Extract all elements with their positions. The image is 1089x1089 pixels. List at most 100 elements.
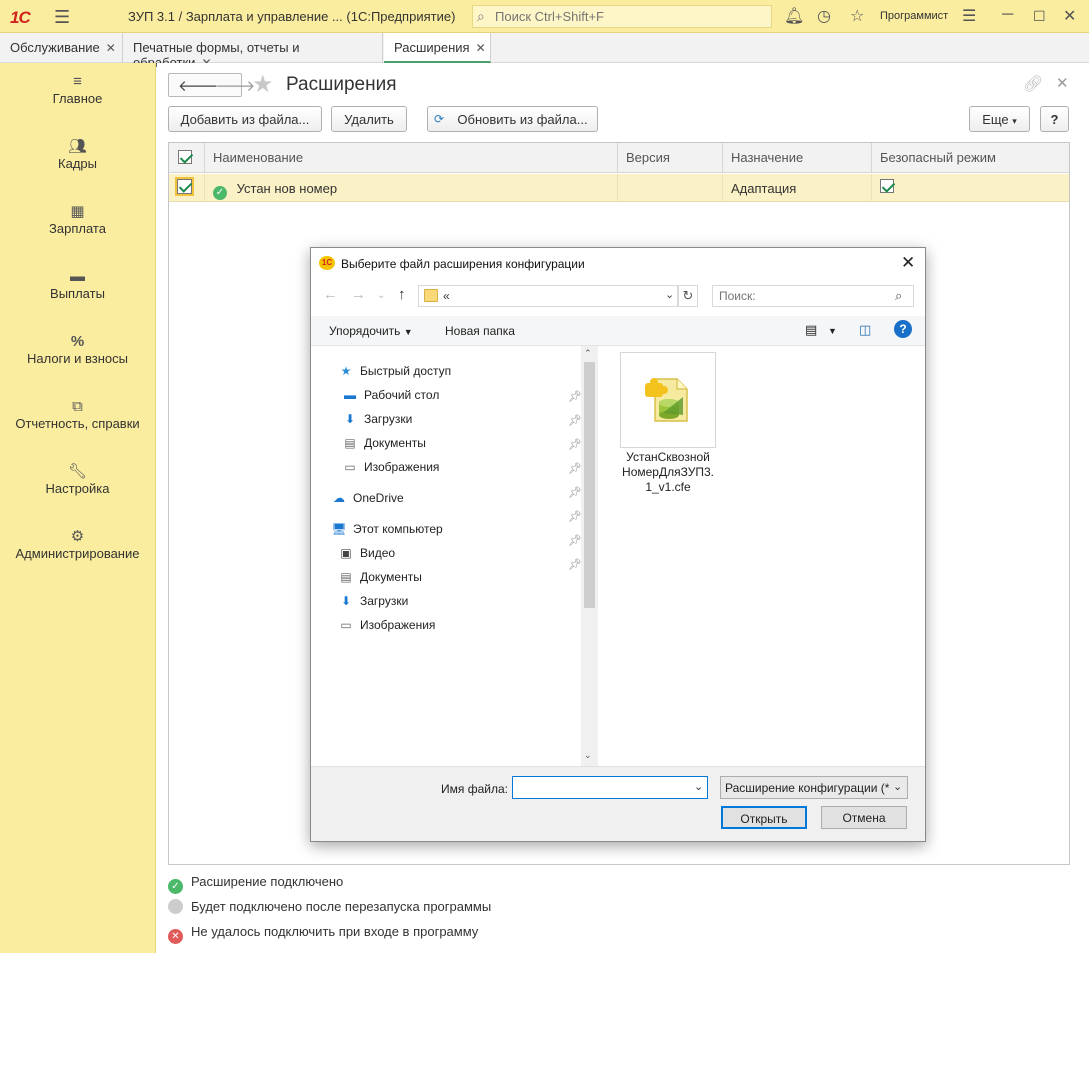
nav-desktop[interactable]: ▬ Рабочий стол: [342, 388, 439, 402]
recent-chevron-icon[interactable]: ⌄: [377, 290, 385, 301]
legend-pending: Будет подключено после перезапуска прогр…: [168, 899, 491, 914]
add-from-file-button[interactable]: Добавить из файла...: [168, 106, 322, 132]
help-icon[interactable]: ?: [894, 320, 912, 338]
dialog-close-icon[interactable]: ✕: [901, 253, 915, 273]
scroll-up-icon[interactable]: ⌃: [584, 348, 592, 359]
filename-input[interactable]: [517, 780, 687, 794]
forward-arrow-icon[interactable]: →: [351, 286, 366, 303]
address-bar[interactable]: « ⌄: [418, 285, 678, 307]
preview-pane-icon[interactable]: ◫: [859, 322, 871, 338]
address-path: «: [443, 289, 450, 303]
close-icon[interactable]: ✕: [106, 41, 116, 55]
sidebar-item-main[interactable]: ≡ Главное: [0, 73, 155, 106]
video-icon: ▣: [340, 546, 352, 560]
sidebar-item-taxes[interactable]: % Налоги и взносы: [0, 333, 155, 366]
close-icon[interactable]: ✕: [476, 41, 486, 55]
history-icon[interactable]: ◷: [817, 6, 831, 26]
update-from-file-button[interactable]: ⟳ Обновить из файла...: [427, 106, 598, 132]
file-type-select[interactable]: Расширение конфигурации (* ⌄: [720, 776, 908, 799]
back-arrow-icon[interactable]: 🡐: [178, 76, 218, 95]
error-circle-icon: ✕: [168, 929, 183, 944]
column-version[interactable]: Версия: [617, 143, 722, 173]
nav-onedrive[interactable]: ☁ OneDrive: [331, 491, 404, 505]
nav-downloads[interactable]: ⬇ Загрузки: [342, 412, 412, 426]
link-icon[interactable]: 🔗︎: [1023, 74, 1043, 94]
user-name[interactable]: Программист: [880, 10, 948, 22]
dialog-search-input[interactable]: [719, 289, 889, 303]
chevron-down-icon[interactable]: ▼: [828, 326, 837, 336]
more-button[interactable]: Еще ▾: [969, 106, 1030, 132]
app-logo[interactable]: 1С: [10, 8, 31, 28]
pin-icon[interactable]: 📌︎: [568, 534, 582, 547]
sidebar-item-hr[interactable]: 👥︎ Кадры: [0, 138, 155, 171]
sidebar-item-salary[interactable]: ▦ Зарплата: [0, 203, 155, 236]
open-button[interactable]: Открыть: [721, 806, 807, 829]
select-all-column[interactable]: [169, 143, 204, 173]
column-name[interactable]: Наименование: [204, 143, 617, 173]
chevron-down-icon[interactable]: ⌄: [665, 288, 674, 301]
global-search-input[interactable]: [495, 9, 765, 24]
file-item[interactable]: [620, 352, 716, 448]
pin-icon[interactable]: 📌︎: [568, 558, 582, 571]
nav-videos[interactable]: ▣ Видео: [338, 546, 395, 560]
tab-extensions[interactable]: Расширения ✕: [384, 33, 491, 63]
pin-icon[interactable]: 📌︎: [568, 462, 582, 475]
cancel-button[interactable]: Отмена: [821, 806, 907, 829]
sidebar-item-admin[interactable]: ⚙ Администрирование: [0, 528, 155, 561]
new-folder-button[interactable]: Новая папка: [445, 324, 515, 338]
pin-icon[interactable]: 📌︎: [568, 438, 582, 451]
sidebar-item-reports[interactable]: ⧉ Отчетность, справки: [0, 398, 155, 431]
tab-print-forms[interactable]: Печатные формы, отчеты и обработки✕: [123, 33, 383, 70]
column-purpose[interactable]: Назначение: [722, 143, 871, 173]
forward-arrow-icon[interactable]: 🡒: [215, 76, 255, 95]
nav-pc-downloads[interactable]: ⬇ Загрузки: [338, 594, 408, 608]
filename-label: Имя файла:: [441, 782, 508, 796]
chevron-down-icon[interactable]: ⌄: [694, 780, 703, 793]
nav-scrollbar[interactable]: ⌃ ⌄: [581, 346, 598, 766]
global-search[interactable]: ⌕: [472, 5, 772, 28]
file-name-label[interactable]: УстанСквозной НомерДляЗУП3. 1_v1.cfe: [611, 450, 725, 495]
nav-documents[interactable]: ▤ Документы: [342, 436, 426, 450]
nav-pictures[interactable]: ▭ Изображения: [342, 460, 439, 474]
sidebar-item-settings[interactable]: 🔧︎ Настройка: [0, 463, 155, 496]
pin-icon[interactable]: 📌︎: [568, 390, 582, 403]
app-logo-icon: 1С: [319, 256, 335, 270]
window-close-icon[interactable]: ✕: [1063, 6, 1076, 26]
favorite-star-icon[interactable]: ★: [252, 70, 274, 99]
pin-icon[interactable]: 📌︎: [568, 414, 582, 427]
download-icon: ⬇: [340, 594, 352, 608]
close-icon[interactable]: ✕: [1056, 74, 1069, 92]
row-safe-mode-cell[interactable]: [871, 174, 1069, 202]
pin-icon[interactable]: 📌︎: [568, 510, 582, 523]
row-active-checkbox[interactable]: [169, 174, 204, 202]
favorite-star-icon[interactable]: ☆: [850, 6, 864, 26]
table-row[interactable]: ✓ Устан нов номер Адаптация: [169, 174, 1069, 202]
dialog-search[interactable]: ⌕: [712, 285, 914, 307]
column-safe-mode[interactable]: Безопасный режим: [871, 143, 1069, 173]
bell-icon[interactable]: 🔔︎: [784, 6, 804, 26]
back-arrow-icon[interactable]: ←: [323, 286, 338, 303]
settings-menu-icon[interactable]: ☰: [962, 6, 976, 26]
pin-icon[interactable]: 📌︎: [568, 486, 582, 499]
sidebar-item-payments[interactable]: ▬ Выплаты: [0, 268, 155, 301]
nav-this-pc[interactable]: 🖥︎ Этот компьютер: [331, 522, 442, 536]
scroll-down-icon[interactable]: ⌄: [584, 750, 592, 761]
nav-quick-access[interactable]: ★ Быстрый доступ: [338, 364, 452, 378]
checkbox-checked-icon[interactable]: [175, 177, 194, 196]
filename-combobox[interactable]: ⌄: [512, 776, 708, 799]
organize-button[interactable]: Упорядочить ▼: [329, 324, 413, 338]
help-button[interactable]: ?: [1040, 106, 1069, 132]
maximize-icon[interactable]: ☐: [1033, 8, 1046, 25]
safe-mode-checkbox-icon[interactable]: [880, 179, 894, 193]
refresh-icon[interactable]: ↻: [678, 285, 698, 307]
tab-maintenance[interactable]: Обслуживание ✕: [0, 33, 123, 63]
nav-pc-documents[interactable]: ▤ Документы: [338, 570, 422, 584]
view-options-icon[interactable]: ▤: [805, 322, 817, 338]
minimize-icon[interactable]: ─: [1002, 6, 1013, 24]
scroll-thumb[interactable]: [584, 362, 595, 608]
up-arrow-icon[interactable]: ↑: [398, 286, 406, 303]
nav-pc-pictures[interactable]: ▭ Изображения: [338, 618, 435, 632]
menu-icon[interactable]: ☰: [54, 7, 70, 28]
calculator-icon: ▦: [70, 203, 85, 220]
delete-button[interactable]: Удалить: [331, 106, 407, 132]
